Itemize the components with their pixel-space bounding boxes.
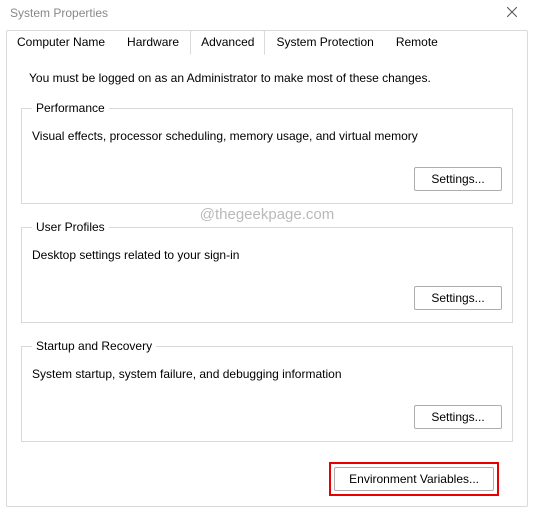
environment-variables-button[interactable]: Environment Variables... bbox=[334, 467, 494, 491]
user-profiles-title: User Profiles bbox=[32, 220, 109, 234]
titlebar: System Properties bbox=[0, 0, 534, 26]
highlight-box: Environment Variables... bbox=[329, 462, 499, 496]
performance-settings-button[interactable]: Settings... bbox=[414, 167, 502, 191]
performance-group: Performance Visual effects, processor sc… bbox=[21, 101, 513, 204]
tab-computer-name[interactable]: Computer Name bbox=[6, 30, 116, 55]
user-profiles-group: User Profiles Desktop settings related t… bbox=[21, 220, 513, 323]
admin-notice: You must be logged on as an Administrato… bbox=[29, 71, 513, 85]
tab-hardware[interactable]: Hardware bbox=[116, 30, 190, 55]
startup-recovery-title: Startup and Recovery bbox=[32, 339, 156, 353]
tab-system-protection[interactable]: System Protection bbox=[265, 30, 384, 55]
user-profiles-settings-button[interactable]: Settings... bbox=[414, 286, 502, 310]
close-button[interactable] bbox=[498, 6, 526, 20]
user-profiles-desc: Desktop settings related to your sign-in bbox=[32, 248, 502, 262]
tab-container: Computer Name Hardware Advanced System P… bbox=[6, 30, 528, 507]
startup-recovery-settings-button[interactable]: Settings... bbox=[414, 405, 502, 429]
window-title: System Properties bbox=[10, 6, 108, 20]
performance-title: Performance bbox=[32, 101, 109, 115]
tab-row: Computer Name Hardware Advanced System P… bbox=[6, 30, 528, 54]
tab-advanced[interactable]: Advanced bbox=[190, 30, 265, 55]
startup-recovery-desc: System startup, system failure, and debu… bbox=[32, 367, 502, 381]
startup-recovery-group: Startup and Recovery System startup, sys… bbox=[21, 339, 513, 442]
tab-content-advanced: You must be logged on as an Administrato… bbox=[7, 53, 527, 506]
tab-remote[interactable]: Remote bbox=[385, 30, 449, 55]
performance-desc: Visual effects, processor scheduling, me… bbox=[32, 129, 502, 143]
close-icon bbox=[507, 7, 517, 17]
